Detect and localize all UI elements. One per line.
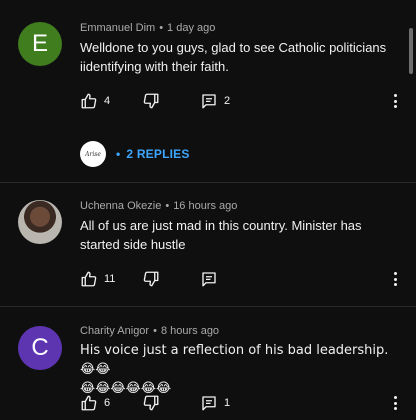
comment-line: All of us are just mad in this country. … [80,218,362,233]
comment-line: Welldone to you guys, glad to see Cathol… [80,40,387,55]
view-replies-button[interactable]: Arise • 2 REPLIES [80,140,190,168]
view-replies-label: • 2 REPLIES [116,147,190,161]
more-options-icon[interactable] [392,92,398,110]
comment-text: His voice just a reflection of his bad l… [80,341,390,398]
like-count: 11 [104,273,116,285]
separator: • [153,325,157,337]
comment-text: Welldone to you guys, glad to see Cathol… [80,38,390,76]
reply-count: 2 [224,95,231,107]
like-button[interactable]: 6 [80,394,110,412]
thumbs-up-icon [81,395,97,411]
comment-actions: 11 [80,270,400,290]
replies-text: 2 REPLIES [126,147,190,161]
avatar-letter: E [31,30,48,57]
avatar[interactable]: E [18,22,62,66]
comment-icon [202,396,216,411]
avatar[interactable]: C [18,326,62,370]
separator: • [159,22,164,34]
comment-line: iidentifying with their faith. [80,59,229,74]
dislike-button[interactable] [142,92,160,110]
thumbs-down-icon [143,271,159,287]
comment-actions: 6 1 [80,394,400,414]
like-count: 6 [104,397,111,409]
reply-button[interactable]: 1 [200,394,230,412]
reply-count: 1 [224,397,231,409]
separator: • [165,200,170,212]
like-count: 4 [104,95,111,107]
avatar[interactable] [18,200,62,244]
dislike-button[interactable] [142,394,160,412]
divider [0,306,416,307]
bullet: • [116,147,121,161]
timestamp[interactable]: 16 hours ago [173,200,237,212]
more-options-icon[interactable] [392,270,398,288]
dislike-button[interactable] [142,270,160,288]
comment-meta: Charity Anigor • 8 hours ago [80,325,219,337]
more-options-icon[interactable] [392,394,398,412]
comment-icon [202,272,216,287]
thumbs-up-icon [81,93,97,109]
avatar-letter: C [31,334,49,361]
author-name[interactable]: Uchenna Okezie [80,200,161,212]
creator-logo-text: Arise [85,150,101,158]
comment-meta: Emmanuel Dim • 1 day ago [80,22,215,34]
author-name[interactable]: Emmanuel Dim [80,22,155,34]
comment-icon [202,94,216,109]
comment-text: All of us are just mad in this country. … [80,216,390,254]
author-name[interactable]: Charity Anigor [80,325,149,337]
creator-avatar: Arise [80,141,106,167]
comment-line: His voice just a reflection of his bad l… [80,343,389,377]
thumbs-down-icon [143,93,159,109]
thumbs-down-icon [143,395,159,411]
timestamp[interactable]: 8 hours ago [161,325,219,337]
comment-meta: Uchenna Okezie • 16 hours ago [80,200,237,212]
timestamp[interactable]: 1 day ago [167,22,215,34]
scrollbar-thumb[interactable] [409,28,413,74]
reply-button[interactable] [200,270,218,288]
comment-actions: 4 2 [80,92,400,112]
comment-line: started side hustle [80,237,186,252]
like-button[interactable]: 4 [80,92,110,110]
reply-button[interactable]: 2 [200,92,230,110]
thumbs-up-icon [81,271,97,287]
divider [0,182,416,183]
like-button[interactable]: 11 [80,270,115,288]
